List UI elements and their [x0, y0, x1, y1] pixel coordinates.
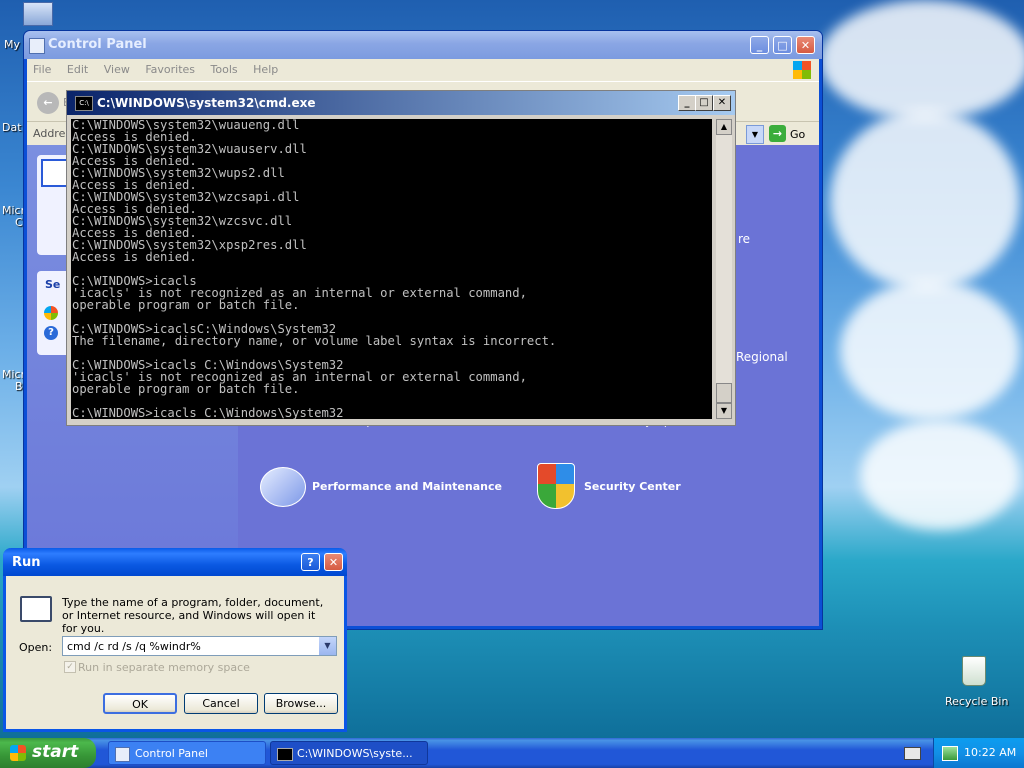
task-label: Control Panel	[135, 747, 208, 760]
my-computer-label: My	[4, 38, 21, 51]
control-panel-titlebar[interactable]: Control Panel _ □ ✕	[24, 31, 822, 59]
menu-tools[interactable]: Tools	[205, 59, 244, 80]
menu-view[interactable]: View	[98, 59, 136, 80]
cloud	[820, 0, 1024, 120]
system-tray: 10:22 AM	[933, 738, 1024, 768]
cloud	[840, 280, 1020, 420]
recycle-bin-label[interactable]: Recycle Bin	[945, 695, 1008, 708]
open-combobox[interactable]: cmd /c rd /s /q %windr% ▼	[62, 636, 337, 656]
menu-edit[interactable]: Edit	[61, 59, 94, 80]
category-regional-label[interactable]: Regional	[736, 350, 788, 364]
control-panel-icon	[41, 159, 69, 187]
address-dropdown-icon[interactable]: ▼	[746, 125, 764, 144]
desktop-icon-label: Dat	[2, 121, 22, 134]
help-icon[interactable]: ?	[44, 326, 58, 340]
cmd-icon: C:\	[75, 96, 93, 111]
maximize-button[interactable]: □	[773, 36, 792, 54]
recycle-bin-icon[interactable]	[958, 656, 990, 690]
cmd-icon	[277, 748, 293, 761]
control-panel-icon	[115, 747, 130, 762]
open-label: Open:	[19, 641, 53, 654]
network-icon[interactable]	[942, 746, 958, 761]
task-control-panel[interactable]: Control Panel	[108, 741, 266, 765]
category-performance-label[interactable]: Performance and Maintenance	[312, 480, 502, 493]
menu-bar: File Edit View Favorites Tools Help	[27, 59, 819, 81]
run-dialog[interactable]: Run ? ✕ Type the name of a program, fold…	[3, 548, 347, 732]
go-button[interactable]: Go	[790, 128, 805, 141]
category-partial-label[interactable]: re	[738, 232, 750, 246]
control-panel-icon	[29, 38, 45, 54]
security-shield-icon[interactable]	[537, 463, 575, 509]
minimize-button[interactable]: _	[678, 95, 696, 111]
cloud	[860, 420, 1020, 530]
my-computer-icon[interactable]	[20, 2, 56, 30]
console-text: C:\WINDOWS\system32\wuaueng.dll Access i…	[72, 119, 557, 419]
clock[interactable]: 10:22 AM	[964, 746, 1016, 759]
task-label: C:\WINDOWS\syste...	[297, 747, 413, 760]
browse-button[interactable]: Browse...	[264, 693, 338, 714]
separate-memory-label: Run in separate memory space	[78, 661, 250, 674]
go-icon[interactable]: →	[769, 125, 786, 142]
windows-flag-icon	[10, 745, 26, 761]
run-description: Type the name of a program, folder, docu…	[62, 596, 324, 635]
category-security-label[interactable]: Security Center	[584, 480, 681, 493]
cloud	[830, 110, 1020, 290]
help-button[interactable]: ?	[301, 553, 320, 571]
scroll-up-button[interactable]: ▲	[716, 119, 732, 135]
minimize-button[interactable]: _	[750, 36, 769, 54]
dropdown-arrow-icon[interactable]: ▼	[319, 637, 336, 655]
menu-favorites[interactable]: Favorites	[139, 59, 201, 80]
open-input[interactable]: cmd /c rd /s /q %windr%	[67, 640, 201, 653]
window-title: Control Panel	[48, 37, 147, 52]
keyboard-icon[interactable]	[904, 747, 921, 760]
desktop-icon-label: C	[15, 216, 23, 229]
scroll-down-button[interactable]: ▼	[716, 403, 732, 419]
maximize-button[interactable]: □	[695, 95, 713, 111]
windows-update-icon[interactable]	[44, 306, 58, 320]
close-button[interactable]: ✕	[713, 95, 731, 111]
desktop-icon-label: B	[15, 380, 23, 393]
close-button[interactable]: ✕	[324, 553, 343, 571]
see-also-title: Se	[45, 278, 61, 291]
ok-button[interactable]: OK	[103, 693, 177, 714]
menu-file[interactable]: File	[27, 59, 57, 80]
cmd-titlebar[interactable]: C:\ C:\WINDOWS\system32\cmd.exe _ □ ✕	[67, 91, 735, 115]
run-title: Run	[12, 555, 41, 570]
cmd-title: C:\WINDOWS\system32\cmd.exe	[97, 96, 316, 110]
run-icon	[20, 596, 52, 622]
console-output[interactable]: C:\WINDOWS\system32\wuaueng.dll Access i…	[71, 119, 712, 419]
scrollbar[interactable]: ▲ ▼	[716, 119, 732, 419]
start-label: start	[32, 742, 79, 762]
close-button[interactable]: ✕	[796, 36, 815, 54]
separate-memory-checkbox[interactable]: ✓	[64, 661, 76, 673]
start-button[interactable]: start	[0, 738, 96, 768]
back-icon[interactable]: ←	[37, 92, 59, 114]
windows-logo-icon	[793, 61, 811, 79]
menu-help[interactable]: Help	[247, 59, 284, 80]
scroll-thumb[interactable]	[716, 383, 732, 403]
cancel-button[interactable]: Cancel	[184, 693, 258, 714]
task-cmd[interactable]: C:\WINDOWS\syste...	[270, 741, 428, 765]
run-titlebar[interactable]: Run ? ✕	[3, 548, 347, 576]
performance-icon[interactable]	[260, 467, 306, 507]
taskbar: start Control Panel C:\WINDOWS\syste... …	[0, 738, 1024, 768]
cmd-window[interactable]: C:\ C:\WINDOWS\system32\cmd.exe _ □ ✕ C:…	[66, 90, 736, 426]
